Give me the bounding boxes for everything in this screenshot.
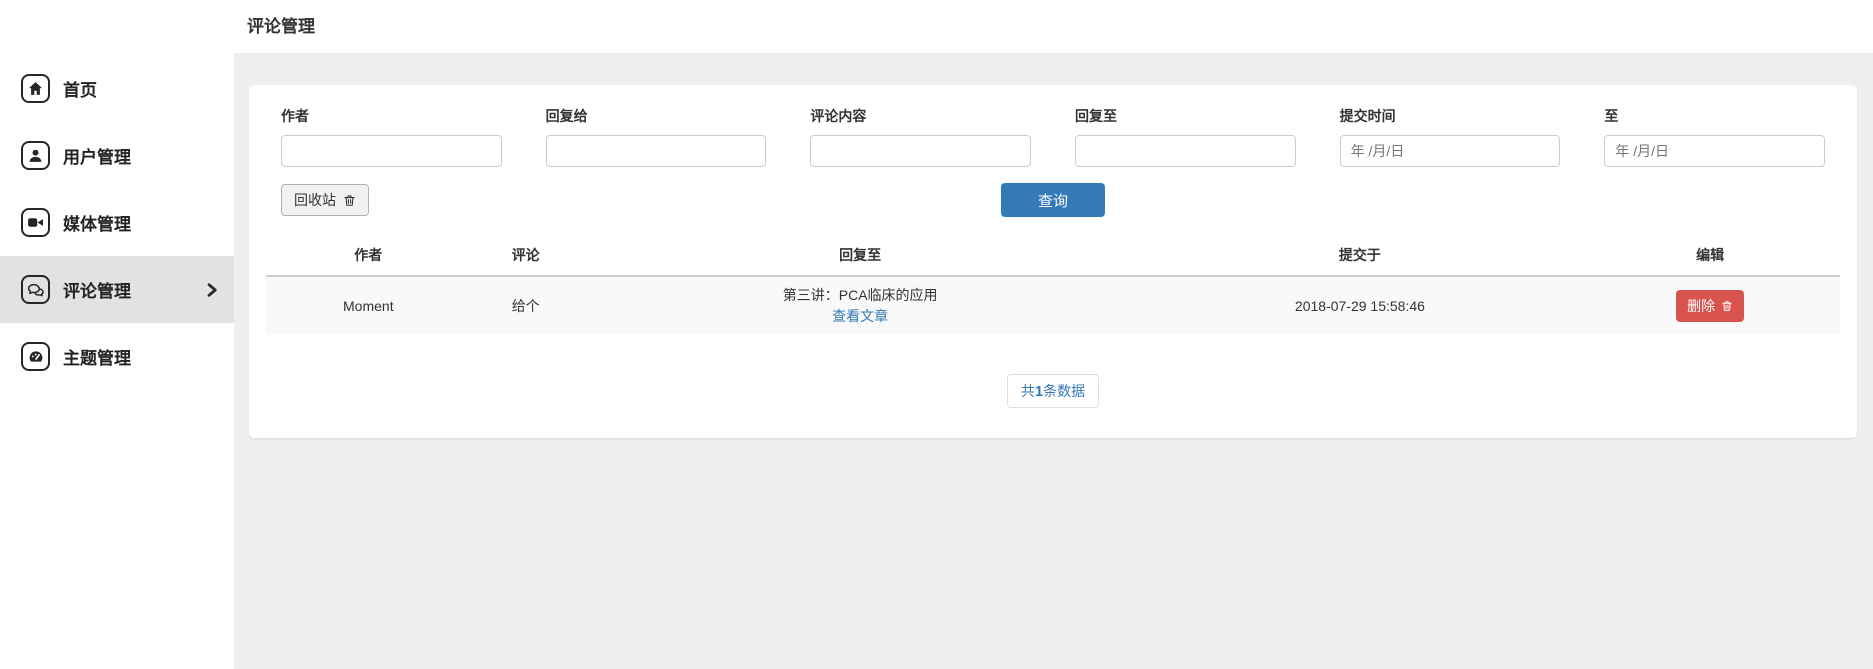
cell-author: Moment [266, 276, 471, 334]
reply-to-user-label: 回复给 [546, 106, 767, 126]
sidebar-item-comments[interactable]: 评论管理 [0, 256, 234, 323]
pagination: 共1条数据 [266, 374, 1840, 408]
submit-date-from-label: 提交时间 [1340, 106, 1561, 126]
submit-date-to-label: 至 [1604, 106, 1825, 126]
reply-to-user-input[interactable] [546, 135, 767, 167]
trash-icon [343, 193, 356, 208]
table-row: Moment 给个 第三讲：PCA临床的应用 查看文章 2018-07-29 1… [266, 276, 1840, 334]
filter-field-submit-date-from: 提交时间 [1340, 106, 1561, 167]
submit-date-from-input[interactable] [1340, 135, 1561, 167]
article-title: 第三讲：PCA临床的应用 [581, 286, 1140, 304]
column-header-author: 作者 [266, 239, 471, 276]
sidebar: 首页 用户管理 媒体管理 评论管理 [0, 0, 234, 669]
recycle-bin-label: 回收站 [294, 190, 336, 210]
sidebar-item-label: 首页 [63, 76, 97, 101]
cell-submitted-at: 2018-07-29 15:58:46 [1140, 276, 1581, 334]
user-icon [21, 141, 50, 170]
reply-at-input[interactable] [1075, 135, 1296, 167]
recycle-bin-button[interactable]: 回收站 [281, 184, 369, 216]
sidebar-item-label: 媒体管理 [63, 210, 131, 235]
comments-panel: 作者 回复给 评论内容 回复至 提交时间 至 [249, 85, 1857, 438]
page-title: 评论管理 [247, 12, 315, 37]
reply-at-label: 回复至 [1075, 106, 1296, 126]
sidebar-item-themes[interactable]: 主题管理 [0, 323, 234, 390]
total-count-suffix: 条数据 [1043, 383, 1085, 399]
table-header-row: 作者 评论 回复至 提交于 编辑 [266, 239, 1840, 276]
submit-date-to-input[interactable] [1604, 135, 1825, 167]
filter-form: 作者 回复给 评论内容 回复至 提交时间 至 [266, 106, 1840, 167]
cell-reply-to: 第三讲：PCA临床的应用 查看文章 [581, 276, 1140, 334]
chevron-right-icon [204, 282, 219, 298]
column-header-comment: 评论 [471, 239, 581, 276]
filter-field-reply-to-user: 回复给 [546, 106, 767, 167]
filter-field-comment-content: 评论内容 [810, 106, 1031, 167]
filter-field-author: 作者 [281, 106, 502, 167]
total-count-badge[interactable]: 共1条数据 [1007, 374, 1099, 408]
filter-field-reply-at: 回复至 [1075, 106, 1296, 167]
total-count-number: 1 [1035, 383, 1043, 400]
home-icon [21, 74, 50, 103]
sidebar-item-home[interactable]: 首页 [0, 55, 234, 122]
main-content: 作者 回复给 评论内容 回复至 提交时间 至 [234, 53, 1873, 669]
cell-comment: 给个 [471, 276, 581, 334]
column-header-reply-to: 回复至 [581, 239, 1140, 276]
speedometer-icon [21, 342, 50, 371]
view-article-link[interactable]: 查看文章 [832, 307, 888, 325]
trash-icon [1721, 299, 1733, 313]
comment-content-label: 评论内容 [810, 106, 1031, 126]
total-count-prefix: 共 [1021, 383, 1035, 399]
comments-table: 作者 评论 回复至 提交于 编辑 Moment 给个 第三讲：PCA临床的应用 … [266, 239, 1840, 334]
chat-bubbles-icon [21, 275, 50, 304]
comment-content-input[interactable] [810, 135, 1031, 167]
sidebar-item-label: 评论管理 [63, 277, 131, 302]
videocam-icon [21, 208, 50, 237]
author-input[interactable] [281, 135, 502, 167]
filter-field-submit-date-to: 至 [1604, 106, 1825, 167]
sidebar-item-media[interactable]: 媒体管理 [0, 189, 234, 256]
cell-edit: 删除 [1580, 276, 1840, 334]
delete-label: 删除 [1687, 296, 1715, 316]
top-header-bar: 评论管理 [0, 0, 1873, 53]
sidebar-item-users[interactable]: 用户管理 [0, 122, 234, 189]
delete-button[interactable]: 删除 [1676, 290, 1744, 322]
author-label: 作者 [281, 106, 502, 126]
column-header-submitted-at: 提交于 [1140, 239, 1581, 276]
column-header-edit: 编辑 [1580, 239, 1840, 276]
sidebar-item-label: 主题管理 [63, 344, 131, 369]
filter-actions-row: 回收站 查询 [266, 183, 1840, 217]
sidebar-item-label: 用户管理 [63, 143, 131, 168]
search-button[interactable]: 查询 [1001, 183, 1105, 217]
